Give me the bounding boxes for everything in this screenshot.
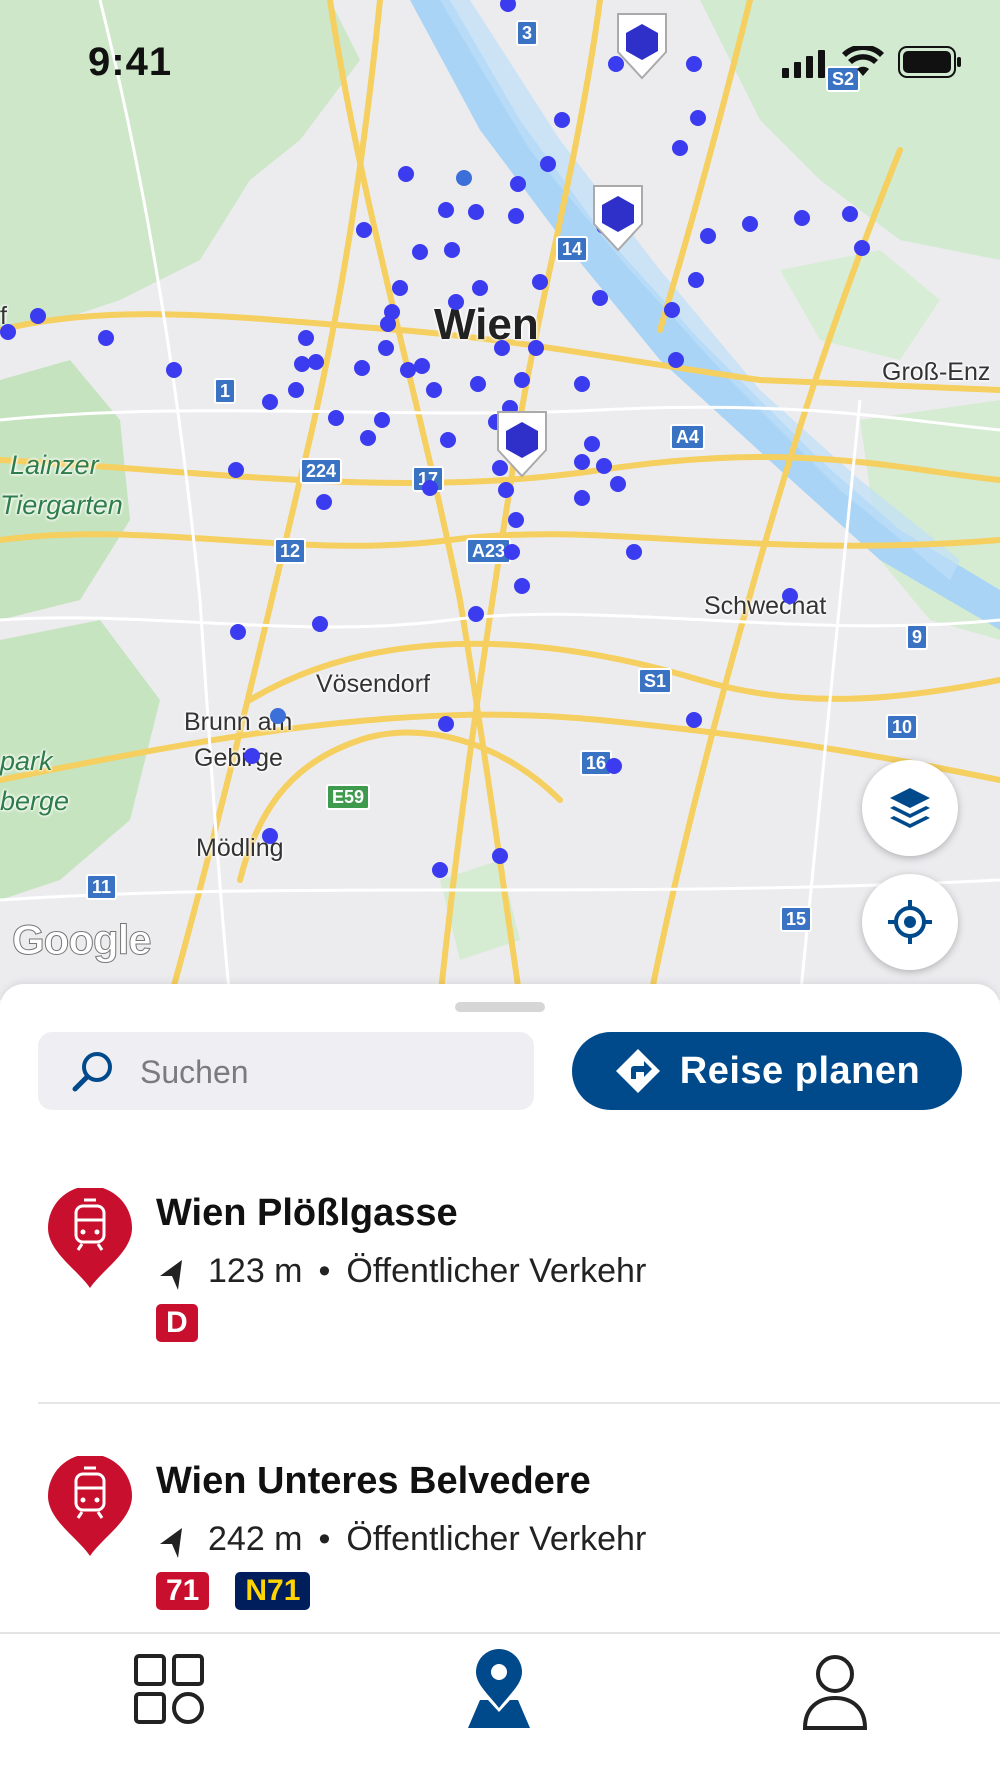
station-distance: 123 m [208, 1252, 303, 1290]
direction-arrow-icon [160, 1528, 182, 1558]
map-markers [0, 0, 870, 878]
station-name: Wien Plößlgasse [156, 1192, 458, 1234]
battery-icon [898, 46, 961, 78]
signal-icon [782, 50, 825, 78]
separator-dot: • [318, 1252, 331, 1290]
direction-arrow-icon [160, 1260, 182, 1290]
tram-station-pin-icon [48, 1456, 132, 1556]
locate-me-button[interactable] [862, 874, 958, 970]
status-bar: 9:41 [0, 0, 1000, 120]
tram-station-pin-icon [48, 1188, 132, 1288]
map-view[interactable]: Wien Groß-Enz Lainzer Tiergarten Schwech… [0, 0, 1000, 1000]
separator-dot: • [318, 1520, 331, 1558]
line-badge: D [156, 1304, 198, 1342]
tab-bar [0, 1632, 1000, 1780]
station-markers [0, 0, 870, 878]
search-input[interactable] [138, 1046, 522, 1098]
sheet-grabber[interactable] [455, 1002, 545, 1012]
status-time: 9:41 [88, 40, 173, 84]
profile-icon [802, 1655, 868, 1730]
line-badge: N71 [235, 1572, 311, 1610]
station-name: Wien Unteres Belvedere [156, 1460, 591, 1502]
google-logo: Google [12, 916, 153, 964]
plan-trip-label: Reise planen [679, 1049, 921, 1092]
station-distance: 242 m [208, 1520, 303, 1558]
tab-dashboard[interactable] [122, 1646, 212, 1736]
station-category: Öffentlicher Verkehr [346, 1252, 647, 1290]
station-meta: 242 m • Öffentlicher Verkehr [156, 1520, 646, 1559]
search-bar[interactable] [38, 1032, 534, 1110]
layers-icon [890, 788, 930, 828]
map-pin-icon [468, 1649, 530, 1728]
wifi-icon [842, 46, 884, 76]
line-badge: 71 [156, 1572, 210, 1610]
bottom-sheet: Reise planen Wien Plößlgasse 123 m • Öff… [0, 984, 1000, 1632]
search-icon [72, 1052, 112, 1092]
tab-map[interactable] [454, 1646, 544, 1736]
line-badges: 71 N71 [156, 1572, 311, 1610]
station-category: Öffentlicher Verkehr [346, 1520, 647, 1558]
route-icon [615, 1049, 660, 1093]
tab-profile[interactable] [790, 1646, 880, 1736]
dashboard-icon [134, 1654, 204, 1724]
map-layers-button[interactable] [862, 760, 958, 856]
locate-icon [888, 900, 932, 944]
station-meta: 123 m • Öffentlicher Verkehr [156, 1252, 646, 1291]
line-badges: D [156, 1304, 198, 1342]
list-divider [38, 1402, 1000, 1404]
plan-trip-button[interactable]: Reise planen [572, 1032, 962, 1110]
